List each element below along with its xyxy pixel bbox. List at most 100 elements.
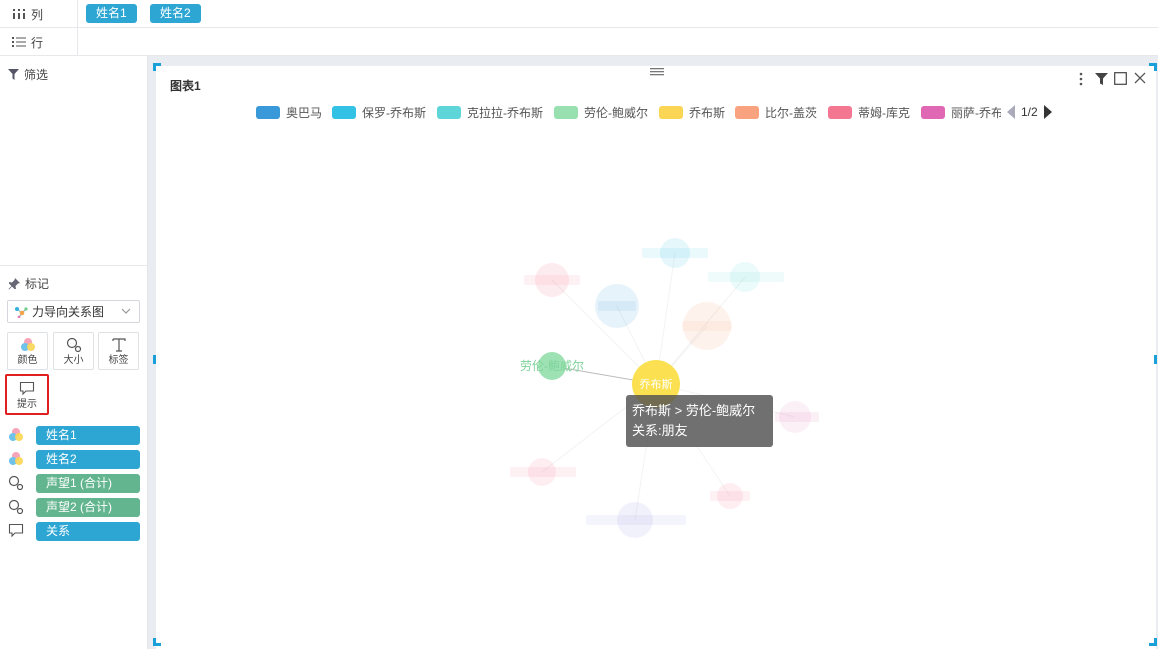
legend-swatch: [437, 105, 461, 119]
legend-pager: 1/2: [1007, 104, 1052, 120]
legend-item[interactable]: 奥巴马: [256, 104, 322, 120]
legend-label: 奥巴马: [286, 105, 323, 120]
color-icon: [20, 338, 35, 351]
chart-title: 图表1: [170, 79, 201, 93]
filter-icon[interactable]: [1095, 73, 1108, 85]
marks-section-title: 标记: [8, 275, 49, 292]
legend-swatch: [256, 105, 280, 119]
label-button[interactable]: 标签: [98, 332, 139, 370]
rows-icon: [12, 37, 26, 47]
legend-swatch: [554, 105, 578, 119]
left-panel: 筛选 标记 力导向关系图 颜色 大小 标签 提示 姓名1 姓名2 声望1 (合计…: [0, 56, 148, 649]
label-button-label: 标签: [108, 355, 129, 366]
chart-type-value: 力导向关系图: [32, 305, 105, 319]
node-label-jobs: 乔布斯: [640, 378, 673, 391]
tooltip-button-label: 提示: [17, 399, 37, 410]
filter-icon: [8, 69, 19, 80]
color-button-label: 颜色: [17, 355, 38, 366]
text-label-icon: [111, 338, 126, 352]
legend-item[interactable]: 劳伦-鲍威尔: [554, 104, 648, 120]
legend-item[interactable]: 克拉拉-乔布斯: [437, 104, 543, 120]
prev-page-icon[interactable]: [1007, 105, 1016, 119]
legend-swatch: [921, 105, 945, 119]
legend-swatch: [332, 105, 356, 119]
column-field-name2[interactable]: 姓名2: [150, 4, 201, 23]
faded-node-label: [775, 412, 819, 422]
size-icon: [8, 475, 24, 491]
field-pill-fame1[interactable]: 声望1 (合计): [36, 474, 140, 493]
panel-splitter[interactable]: [148, 56, 155, 649]
node-label-lauren: 劳伦-鲍威尔: [520, 358, 584, 373]
filter-divider: [0, 265, 148, 266]
legend-label: 乔布斯: [689, 105, 726, 120]
column-field-name1[interactable]: 姓名1: [86, 4, 137, 23]
tooltip-icon: [8, 523, 24, 538]
filter-section-title: 筛选: [8, 66, 48, 83]
marks-field-row[interactable]: 声望2 (合计): [8, 498, 140, 517]
legend-item[interactable]: 乔布斯: [659, 104, 725, 120]
pin-icon: [8, 277, 20, 289]
legend-item[interactable]: 丽萨-乔布: [921, 104, 1001, 120]
columns-icon: [13, 9, 25, 19]
size-button-label: 大小: [63, 355, 84, 366]
legend-label: 比尔-盖茨: [765, 105, 817, 120]
legend-item[interactable]: 比尔-盖茨: [735, 104, 817, 120]
color-icon: [9, 452, 23, 465]
field-pill-fame2[interactable]: 声望2 (合计): [36, 498, 140, 517]
force-graph-canvas[interactable]: 劳伦-鲍威尔 乔布斯: [156, 120, 1156, 640]
tooltip-icon: [19, 381, 35, 396]
faded-node-label: [598, 301, 636, 311]
rows-shelf-label: 行: [12, 28, 78, 56]
color-icon: [9, 428, 23, 441]
columns-label: 列: [31, 7, 44, 22]
next-page-icon[interactable]: [1043, 105, 1052, 119]
legend-label: 保罗-乔布斯: [362, 105, 426, 120]
marks-field-row[interactable]: 声望1 (合计): [8, 474, 140, 493]
faded-node-label: [586, 515, 686, 525]
color-button[interactable]: 颜色: [7, 332, 48, 370]
tooltip-button[interactable]: 提示: [5, 374, 49, 415]
legend-page-number: 1/2: [1021, 105, 1038, 119]
field-pill-name1[interactable]: 姓名1: [36, 426, 140, 445]
legend-item[interactable]: 蒂姆-库克: [828, 104, 910, 120]
chart-tooltip: 乔布斯 > 劳伦-鲍威尔 关系:朋友: [626, 395, 773, 447]
rows-label: 行: [31, 35, 44, 50]
faded-node-label: [710, 491, 750, 501]
marks-title: 标记: [25, 277, 50, 291]
filter-title: 筛选: [24, 68, 49, 82]
faded-node-label: [642, 248, 708, 258]
columns-shelf: 列 姓名1 姓名2: [0, 0, 1158, 28]
legend-item[interactable]: 保罗-乔布斯: [332, 104, 426, 120]
chart-type-select[interactable]: 力导向关系图: [7, 300, 140, 323]
tooltip-line-relation: 关系:朋友: [632, 423, 688, 438]
resize-corner-top-left[interactable]: [153, 63, 161, 71]
more-options-icon[interactable]: [1078, 72, 1084, 86]
field-pill-relation[interactable]: 关系: [36, 522, 140, 541]
faded-node-label: [510, 467, 576, 477]
resize-corner-top-right[interactable]: [1149, 63, 1157, 71]
chart-legend: 奥巴马 保罗-乔布斯 克拉拉-乔布斯 劳伦-鲍威尔 乔布斯 比尔-盖茨 蒂姆-库…: [256, 104, 1001, 120]
faded-node-label: [524, 275, 580, 285]
faded-node-label: [682, 321, 732, 331]
size-icon: [8, 499, 24, 515]
marks-field-row[interactable]: 姓名1: [8, 426, 140, 445]
legend-swatch: [659, 105, 683, 119]
legend-label: 劳伦-鲍威尔: [584, 105, 648, 120]
maximize-icon[interactable]: [1114, 72, 1127, 85]
legend-label: 克拉拉-乔布斯: [467, 105, 543, 120]
force-graph-icon: [15, 306, 28, 318]
size-icon: [66, 337, 81, 353]
marks-field-row[interactable]: 姓名2: [8, 450, 140, 469]
rows-shelf: 行: [0, 28, 1158, 56]
size-button[interactable]: 大小: [53, 332, 94, 370]
tooltip-line-path: 乔布斯 > 劳伦-鲍威尔: [632, 403, 756, 418]
legend-swatch: [828, 105, 852, 119]
columns-shelf-label: 列: [12, 0, 78, 28]
legend-swatch: [735, 105, 759, 119]
legend-label: 蒂姆-库克: [858, 105, 910, 120]
field-pill-name2[interactable]: 姓名2: [36, 450, 140, 469]
drag-handle-icon[interactable]: [650, 67, 664, 76]
close-icon[interactable]: [1134, 72, 1146, 84]
marks-field-row[interactable]: 关系: [8, 522, 140, 541]
chevron-down-icon: [121, 308, 131, 314]
